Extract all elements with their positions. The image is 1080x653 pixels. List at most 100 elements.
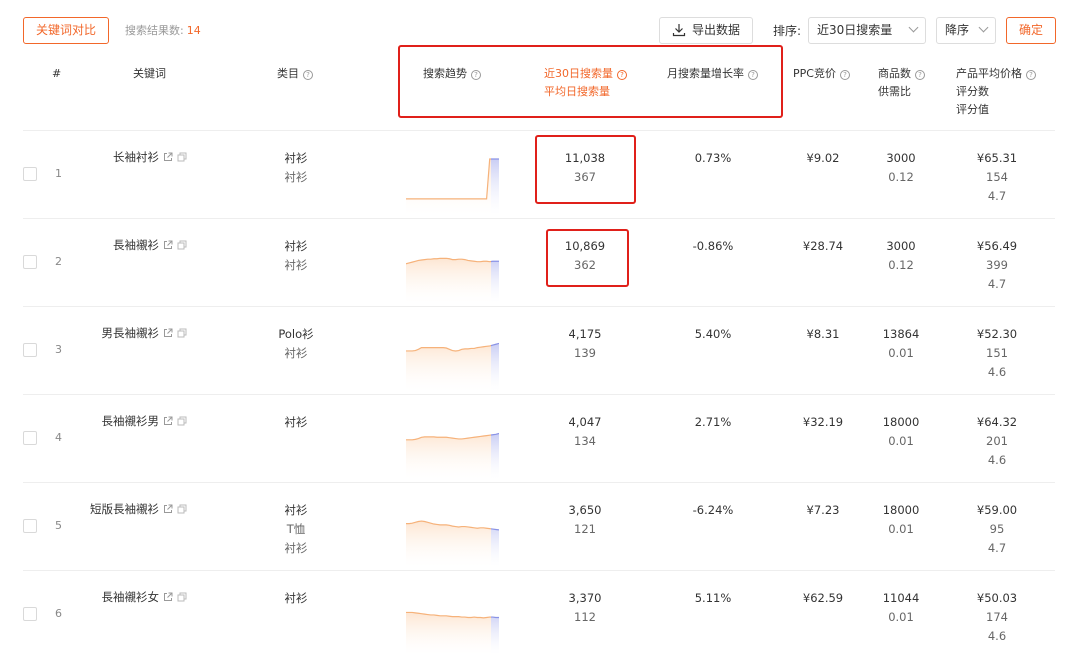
- help-icon[interactable]: ?: [915, 70, 925, 80]
- category-tag: 衬衫: [284, 503, 308, 517]
- search30-value: 3,370: [568, 591, 602, 605]
- growth-cell: 5.11%: [694, 591, 732, 605]
- help-icon[interactable]: ?: [1026, 70, 1036, 80]
- header-products: 商品数? 供需比: [878, 65, 925, 101]
- table-row[interactable]: 6 長袖襯衫女 衬衫 3,370 112 5.11% ¥62.59 11044 0.01 ¥50.…: [23, 570, 1055, 653]
- copy-icon[interactable]: [177, 328, 187, 338]
- header-price: 产品平均价格? 评分数 评分值: [956, 65, 1036, 119]
- products-cell: 18000 0.01: [876, 413, 926, 451]
- category-cell: 衬衫: [276, 413, 316, 432]
- growth-cell: 5.40%: [694, 327, 732, 341]
- trend-sparkline[interactable]: [406, 579, 499, 653]
- growth-cell: -0.86%: [692, 239, 734, 253]
- copy-icon[interactable]: [177, 416, 187, 426]
- keyword-link[interactable]: 长袖衬衫: [113, 150, 159, 164]
- search30-value: 3,650: [568, 503, 602, 517]
- daily-avg-value: 121: [574, 522, 596, 536]
- category-tag: Polo衫: [278, 327, 314, 341]
- sort-field-select[interactable]: 近30日搜索量: [808, 17, 926, 44]
- row-checkbox[interactable]: [23, 431, 37, 445]
- products-value: 11044: [882, 591, 920, 605]
- table-row[interactable]: 4 長袖襯衫男 衬衫 4,047 134 2.71% ¥32.19 18000 0.01 ¥64.…: [23, 394, 1055, 482]
- chevron-down-icon: [978, 22, 989, 33]
- external-link-icon[interactable]: [163, 592, 173, 602]
- category-tag: 衬衫: [284, 415, 308, 429]
- avg-price-value: ¥52.30: [976, 327, 1018, 341]
- trend-area: [406, 435, 491, 479]
- avg-price-value: ¥64.32: [976, 415, 1018, 429]
- export-data-label: 导出数据: [691, 23, 740, 37]
- row-checkbox[interactable]: [23, 255, 37, 269]
- products-cell: 3000 0.12: [876, 237, 926, 275]
- keyword-link[interactable]: 長袖襯衫: [113, 238, 159, 252]
- search-volume-cell: 4,047 134: [555, 413, 615, 451]
- trend-sparkline[interactable]: [406, 139, 499, 215]
- header-index: #: [52, 67, 62, 80]
- copy-icon[interactable]: [177, 152, 187, 162]
- external-link-icon[interactable]: [163, 240, 173, 250]
- price-cell: ¥64.32 201 4.6: [971, 413, 1023, 470]
- header-supply-ratio-label: 供需比: [878, 85, 911, 98]
- trend-sparkline[interactable]: [406, 315, 499, 391]
- keyword-link[interactable]: 男長袖襯衫: [102, 326, 160, 340]
- category-tag: 衬衫: [284, 541, 308, 555]
- ppc-cell: ¥7.23: [806, 503, 840, 517]
- row-checkbox[interactable]: [23, 607, 37, 621]
- header-ppc: PPC竞价?: [793, 65, 850, 83]
- keyword-cell: 長袖襯衫男: [102, 413, 188, 429]
- result-count-value: 14: [186, 24, 201, 37]
- ppc-cell: ¥9.02: [806, 151, 840, 165]
- products-value: 13864: [882, 327, 920, 341]
- ppc-cell: ¥8.31: [806, 327, 840, 341]
- keyword-cell: 男長袖襯衫: [102, 325, 188, 341]
- category-tag: 衬衫: [284, 151, 308, 165]
- export-data-button[interactable]: 导出数据: [659, 17, 753, 44]
- help-icon[interactable]: ?: [839, 70, 850, 80]
- external-link-icon[interactable]: [163, 504, 173, 514]
- row-checkbox[interactable]: [23, 343, 37, 357]
- rating-value: 4.7: [987, 541, 1007, 555]
- table-row[interactable]: 3 男長袖襯衫 Polo衫 衬衫 4,175 139 5.40% ¥8.31 13864 0.01…: [23, 306, 1055, 394]
- keyword-link[interactable]: 長袖襯衫女: [102, 590, 160, 604]
- rating-value: 4.6: [987, 365, 1007, 379]
- external-link-icon[interactable]: [163, 416, 173, 426]
- sort-order-value: 降序: [945, 23, 970, 37]
- row-checkbox[interactable]: [23, 167, 37, 181]
- header-ppc-label: PPC竞价: [793, 67, 836, 80]
- trend-sparkline[interactable]: [406, 491, 499, 567]
- sort-label: 排序:: [773, 24, 802, 38]
- help-icon[interactable]: ?: [303, 70, 313, 80]
- external-link-icon[interactable]: [163, 328, 173, 338]
- products-value: 3000: [886, 151, 916, 165]
- search-volume-cell: 3,650 121: [555, 501, 615, 539]
- external-link-icon[interactable]: [163, 152, 173, 162]
- price-cell: ¥59.00 95 4.7: [971, 501, 1023, 558]
- copy-icon[interactable]: [177, 240, 187, 250]
- result-count-text: 搜索结果数:: [125, 24, 184, 37]
- sort-order-select[interactable]: 降序: [936, 17, 996, 44]
- trend-sparkline[interactable]: [406, 403, 499, 479]
- products-value: 18000: [882, 503, 920, 517]
- table-row[interactable]: 2 長袖襯衫 衬衫 衬衫 10,869 362 -0.86% ¥28.74 3000 0.12 ¥5…: [23, 218, 1055, 306]
- row-index: 5: [55, 519, 62, 532]
- row-index: 1: [55, 167, 62, 180]
- row-index: 2: [55, 255, 62, 268]
- table-row[interactable]: 5 短版長袖襯衫 衬衫 T恤 衬衫 3,650 121 -6.24% ¥7.23 18000 0.0…: [23, 482, 1055, 570]
- keyword-link[interactable]: 長袖襯衫男: [102, 414, 160, 428]
- rating-count-value: 95: [989, 522, 1005, 536]
- price-cell: ¥50.03 174 4.6: [971, 589, 1023, 646]
- copy-icon[interactable]: [177, 504, 187, 514]
- products-cell: 13864 0.01: [876, 325, 926, 363]
- keyword-compare-button[interactable]: 关键词对比: [23, 17, 109, 44]
- row-checkbox[interactable]: [23, 519, 37, 533]
- keyword-link[interactable]: 短版長袖襯衫: [90, 502, 159, 516]
- category-tag: 衬衫: [284, 591, 308, 605]
- row-index: 4: [55, 431, 62, 444]
- rating-count-value: 201: [986, 434, 1008, 448]
- category-cell: 衬衫 T恤 衬衫: [276, 501, 316, 558]
- price-cell: ¥56.49 399 4.7: [971, 237, 1023, 294]
- trend-sparkline[interactable]: [406, 227, 499, 303]
- category-cell: Polo衫 衬衫: [276, 325, 316, 363]
- confirm-button[interactable]: 确定: [1006, 17, 1056, 44]
- copy-icon[interactable]: [177, 592, 187, 602]
